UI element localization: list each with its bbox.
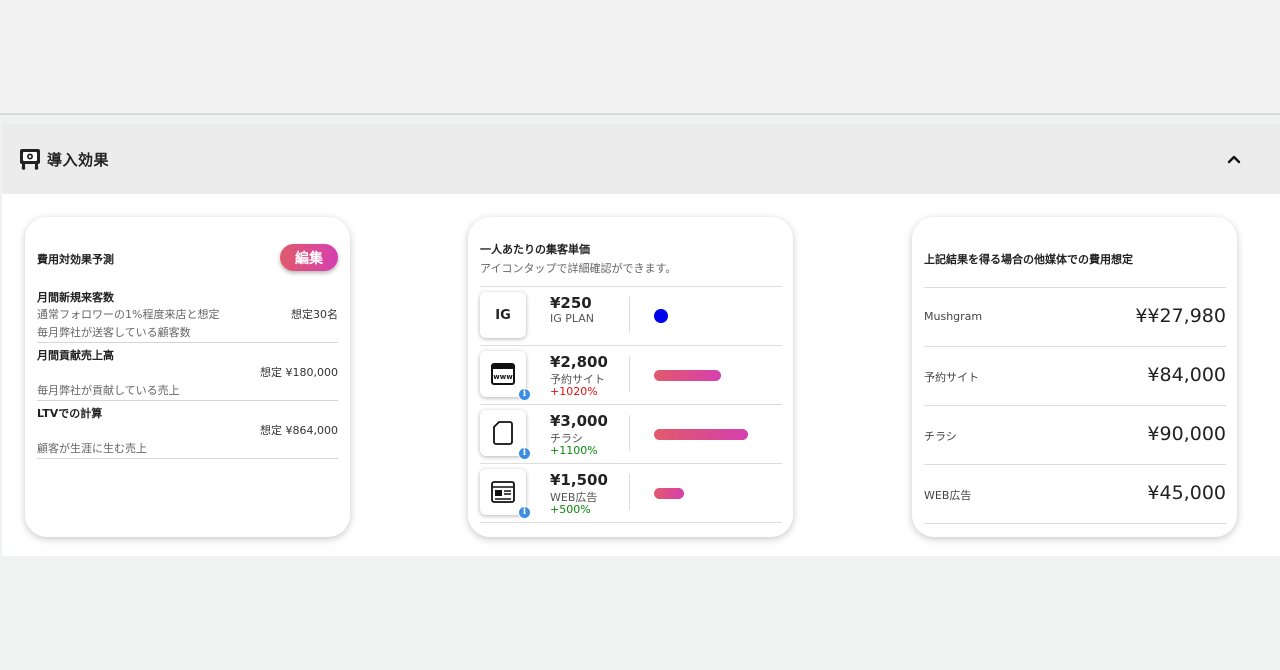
top-blank-area [0,0,1280,115]
bar-area [654,370,774,381]
cost-value: ¥84,000 [1147,364,1226,386]
media-row-web-ad: i ¥1,500 WEB広告 +500% [480,464,782,523]
cost-bar [654,429,748,440]
metric-value: 想定30名 [291,308,338,321]
media-delta: +1020% [550,385,598,398]
cost-value: ¥¥27,980 [1135,305,1226,327]
browser-www-icon[interactable]: www i [480,351,531,401]
metric-ltv: LTVでの計算 想定 ¥864,000 顧客が生涯に生む売上 [37,405,338,459]
unit-price-subtitle: アイコンタップで詳細確認ができます。 [480,262,677,275]
bar-area [654,429,774,440]
info-icon[interactable]: i [518,506,531,519]
metric-monthly-sales: 月間貢献売上高 想定 ¥180,000 毎月弊社が貢献している売上 [37,347,338,401]
document-icon[interactable]: i [480,410,531,460]
svg-text:www: www [493,373,513,381]
info-icon[interactable]: i [518,447,531,460]
web-article-glyph [491,481,515,503]
media-price: ¥250 [550,294,592,312]
web-article-icon[interactable]: i [480,469,531,519]
divider [629,415,630,451]
cost-label: WEB広告 [924,489,972,502]
cost-label: Mushgram [924,310,983,323]
metric-value: 想定 ¥180,000 [260,366,338,379]
document-glyph [493,421,513,445]
metric-title: LTVでの計算 [37,407,103,420]
metric-note: 毎月弊社が送客している顧客数 [37,326,191,339]
metric-desc: 通常フォロワーの1%程度来店と想定 [37,308,220,321]
ig-dot-marker [654,309,668,323]
divider [924,523,1226,524]
media-price: ¥1,500 [550,471,608,489]
introduction-effect-panel: 導入効果 費用対効果予測 編集 月間新規来客数 通常フォロワーの1%程度来店と想… [2,124,1280,556]
cost-row-mushgram: Mushgram ¥¥27,980 [924,287,1226,346]
ig-badge-icon[interactable]: IG [480,292,526,338]
media-price: ¥3,000 [550,412,608,430]
robot-face-icon [20,149,40,170]
media-price: ¥2,800 [550,353,608,371]
browser-www-glyph: www [491,363,515,385]
bar-area [654,488,774,499]
alternative-cost-title: 上記結果を得る場合の他媒体での費用想定 [924,253,1133,266]
unit-price-card: 一人あたりの集客単価 アイコンタップで詳細確認ができます。 IG ¥250 IG… [468,217,793,537]
media-delta: +500% [550,503,591,516]
cost-row-web-ad: WEB広告 ¥45,000 [924,464,1226,523]
media-row-flyer: i ¥3,000 チラシ +1100% [480,405,782,464]
metric-new-visitors: 月間新規来客数 通常フォロワーの1%程度来店と想定 想定30名 毎月弊社が送客し… [37,289,338,343]
media-row-ig: IG ¥250 IG PLAN [480,287,782,346]
metric-title: 月間貢献売上高 [37,349,114,362]
edit-button[interactable]: 編集 [280,244,338,271]
ig-badge-text: IG [495,307,511,323]
cost-row-flyer: チラシ ¥90,000 [924,405,1226,464]
info-icon[interactable]: i [518,388,531,401]
cost-row-booking-site: 予約サイト ¥84,000 [924,346,1226,405]
cost-bar [654,488,684,499]
media-name: IG PLAN [550,312,595,325]
cost-effect-title: 費用対効果予測 [37,253,114,266]
divider [629,356,630,392]
cost-label: チラシ [924,430,957,443]
unit-price-title: 一人あたりの集客単価 [480,243,590,256]
metric-value: 想定 ¥864,000 [260,424,338,437]
media-delta: +1100% [550,444,598,457]
metric-note: 顧客が生涯に生む売上 [37,442,147,455]
divider [629,474,630,510]
divider [629,297,630,333]
chevron-up-icon [1227,155,1241,164]
collapse-button[interactable] [1222,147,1246,171]
media-row-booking-site: www i ¥2,800 予約サイト +1020% [480,346,782,405]
panel-header[interactable]: 導入効果 [2,124,1280,194]
metric-note: 毎月弊社が貢献している売上 [37,384,180,397]
cost-value: ¥90,000 [1147,423,1226,445]
panel-title: 導入効果 [47,150,110,169]
metric-title: 月間新規来客数 [37,291,114,304]
bar-area [654,309,774,323]
cost-label: 予約サイト [924,371,979,384]
alternative-cost-card: 上記結果を得る場合の他媒体での費用想定 Mushgram ¥¥27,980 予約… [912,217,1237,537]
cost-effect-card: 費用対効果予測 編集 月間新規来客数 通常フォロワーの1%程度来店と想定 想定3… [25,217,350,537]
cost-value: ¥45,000 [1147,482,1226,504]
cost-bar [654,370,722,381]
metric-desc-row: 通常フォロワーの1%程度来店と想定 想定30名 [37,306,338,324]
